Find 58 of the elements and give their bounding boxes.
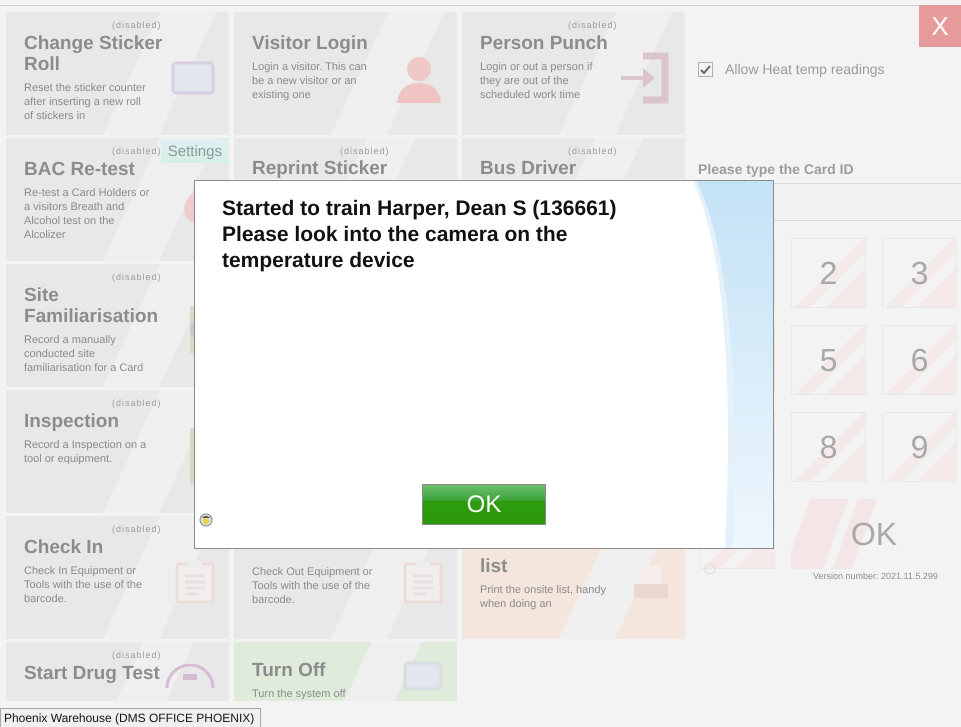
- tile-title: BAC Re-test: [24, 159, 136, 180]
- tile-title: Reprint Sticker: [252, 158, 388, 179]
- tile[interactable]: (disabled) Start Drug Test: [6, 642, 229, 701]
- tile[interactable]: (disabled) Check In Check In Equipment or Tools with the use of the barcode.: [6, 516, 229, 639]
- keypad-key[interactable]: 8: [791, 412, 866, 482]
- check-icon: [700, 64, 711, 74]
- status-bar: Phoenix Warehouse (DMS OFFICE PHOENIX): [0, 708, 262, 727]
- tile-description: Check Out Equipment or Tools with the use of the barcode.: [252, 565, 374, 607]
- tile-description: Check In Equipment or Tools with the use of the barcode.: [24, 564, 144, 606]
- disabled-label: (disabled): [112, 398, 163, 409]
- tile-description: Login or out a person if they are out of the scheduled work time: [480, 60, 594, 102]
- tile-title: Site Familiarisation: [24, 285, 160, 327]
- circle-icon: [165, 664, 215, 688]
- tile-title: Turn Off: [252, 660, 327, 681]
- disabled-label: (disabled): [112, 20, 163, 31]
- keypad-key[interactable]: 6: [882, 325, 957, 395]
- checkbox-label: Allow Heat temp readings: [725, 61, 885, 77]
- tile-description: Turn the system off: [252, 687, 347, 701]
- keypad-key[interactable]: 5: [791, 325, 866, 395]
- tile[interactable]: (disabled) Person Punch Login or out a person if they are out of the scheduled work time: [462, 12, 685, 135]
- disabled-label: (disabled): [340, 146, 391, 156]
- disabled-label: (disabled): [568, 146, 619, 156]
- tile[interactable]: Turn Off Turn the system off: [234, 642, 457, 701]
- tile[interactable]: (disabled) Bus Driver: [462, 138, 685, 179]
- checkbox[interactable]: [698, 62, 713, 76]
- tile-title: Visitor Login: [252, 33, 369, 54]
- tile-description: Print the onsite list, handy when doing an: [480, 583, 607, 611]
- tile[interactable]: Visitor Login Login a visitor. This can be a new visitor or an existing one: [234, 12, 457, 135]
- field-label: Please type the Card ID: [698, 161, 855, 177]
- arrow-door-icon: [619, 52, 671, 104]
- tile-title: Change Sticker Roll: [24, 33, 164, 75]
- version-number: Version number: 2021.11.5.299: [813, 571, 938, 581]
- disabled-label: (disabled): [568, 20, 619, 31]
- disabled-label: (disabled): [112, 524, 163, 535]
- tile-description: Login a visitor. This can be a new visitor or an existing one: [252, 60, 368, 102]
- tile-description: Record a manually conducted site familiarisation for a Card: [24, 333, 144, 375]
- tile-title: Start Drug Test: [24, 663, 161, 684]
- ok-button[interactable]: OK: [422, 484, 546, 525]
- circle-icon: [704, 563, 716, 575]
- tile-description: Re-test a Card Holders or a visitors Breath and Alcohol test on the Alcolizer: [24, 186, 150, 242]
- settings-button[interactable]: Settings: [160, 140, 229, 163]
- keypad-key[interactable]: 2: [791, 238, 866, 308]
- monitor-icon: [171, 60, 215, 94]
- disabled-label: (disabled): [112, 272, 163, 283]
- disabled-label: (disabled): [112, 650, 163, 661]
- tile[interactable]: (disabled) Change Sticker Roll Reset the sticker counter after inserting a new roll of stickers in: [6, 12, 229, 135]
- tile-title: Person Punch: [480, 33, 609, 54]
- tile-title: list: [480, 556, 508, 577]
- tile-description: Reset the sticker counter after inserting a new roll of stickers in: [24, 81, 147, 123]
- tile-title: Check In: [24, 537, 104, 558]
- tile[interactable]: (disabled) Reprint Sticker: [234, 138, 457, 179]
- printer-icon: [632, 564, 668, 600]
- tile-title: Bus Driver: [480, 158, 578, 179]
- tile-description: Record a Inspection on a tool or equipment.: [24, 438, 148, 466]
- keypad-key[interactable]: 9: [882, 412, 957, 482]
- close-button[interactable]: X: [919, 5, 961, 47]
- keypad-key[interactable]: 3: [882, 238, 957, 308]
- tile-title: Inspection: [24, 411, 120, 432]
